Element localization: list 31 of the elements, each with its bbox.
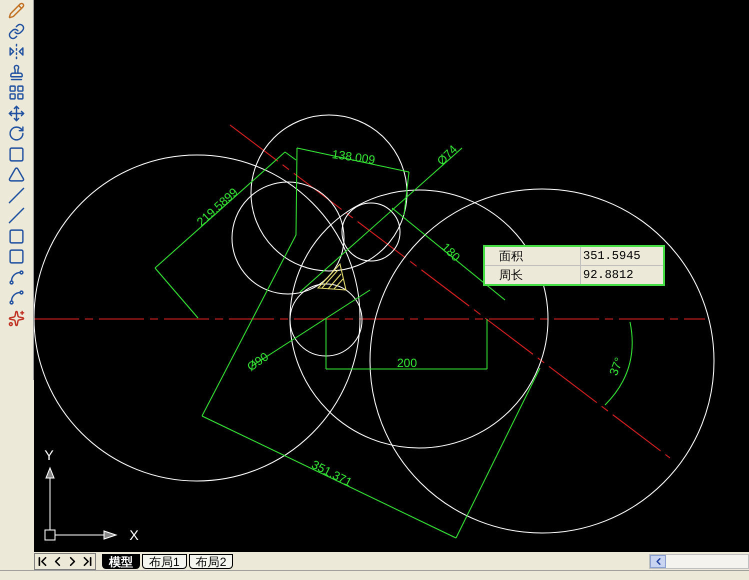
move-icon[interactable] [8, 104, 25, 122]
horizontal-scrollbar[interactable] [649, 554, 749, 568]
curve-icon[interactable] [8, 268, 25, 286]
axis-label: Y [44, 447, 54, 463]
property-value: 351.5945 [582, 248, 642, 265]
mirror-icon[interactable] [8, 43, 25, 60]
slash-icon[interactable] [8, 207, 25, 224]
rotate-icon[interactable] [8, 125, 25, 142]
square-icon[interactable] [8, 248, 25, 265]
property-label: 面积 [485, 247, 581, 265]
dimension-label: 200 [396, 356, 418, 370]
property-value: 92.8812 [582, 267, 634, 284]
axis-label: X [129, 527, 139, 543]
curve-icon[interactable] [8, 289, 25, 306]
square-icon[interactable] [8, 228, 25, 244]
link-icon[interactable] [8, 22, 25, 40]
triangle-icon[interactable] [8, 166, 25, 183]
stamp-icon[interactable] [8, 64, 25, 80]
layout-tab[interactable]: 布局2 [188, 554, 234, 568]
slash-icon[interactable] [8, 186, 25, 204]
dimension-label: Ø90 [244, 349, 272, 374]
dimension-label: 37° [606, 355, 626, 378]
layout-tab[interactable]: 模型 [102, 554, 140, 568]
ucs-axis-icon [44, 466, 118, 540]
hatch-drawing [316, 262, 347, 291]
sparkle-icon[interactable] [8, 310, 25, 326]
pencil-icon[interactable] [8, 2, 25, 19]
grid-icon[interactable] [8, 84, 25, 101]
property-label: 周长 [485, 266, 581, 284]
square-icon[interactable] [8, 146, 25, 162]
layout-tab[interactable]: 布局1 [142, 554, 187, 568]
